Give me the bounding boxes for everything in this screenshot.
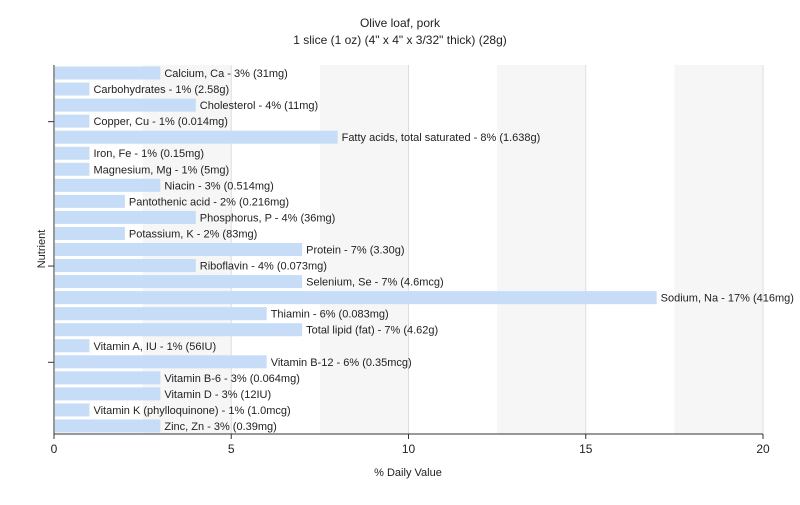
bar-data-label: Total lipid (fat) - 7% (4.62g) [306,325,438,337]
bar-data-label: Protein - 7% (3.30g) [306,245,404,257]
plot-band-shade [497,65,586,434]
bar [55,98,196,112]
bar-data-label: Phosphorus, P - 4% (36mg) [200,212,336,224]
bar-data-label: Niacin - 3% (0.514mg) [164,180,273,192]
chart-subtitle: 1 slice (1 oz) (4" x 4" x 3/32" thick) (… [293,33,507,47]
bar [55,66,161,80]
bar-data-label: Potassium, K - 2% (83mg) [129,228,257,240]
bar-data-label: Selenium, Se - 7% (4.6mcg) [306,277,444,289]
chart-container: Olive loaf, pork 1 slice (1 oz) (4" x 4"… [0,0,800,500]
bar-data-label: Pantothenic acid - 2% (0.216mg) [129,196,289,208]
bar [55,178,161,192]
bar [55,210,196,224]
bar-data-label: Vitamin B-6 - 3% (0.064mg) [164,373,300,385]
bar [55,291,657,305]
x-tick-label: 20 [756,442,770,456]
bar [55,226,125,240]
bar-data-label: Cholesterol - 4% (11mg) [200,100,318,112]
bar [55,259,196,273]
bar-data-label: Calcium, Ca - 3% (31mg) [164,68,287,80]
bar [55,403,90,417]
bar [55,355,267,369]
bar [55,339,90,353]
bar [55,194,125,208]
bar-data-label: Vitamin A, IU - 1% (56IU) [93,341,216,353]
bar [55,243,303,256]
bar [55,82,90,96]
chart-title: Olive loaf, pork [360,16,441,30]
x-axis-ticks: 0 5 10 15 20 [51,434,770,456]
x-tick-label: 0 [51,442,58,456]
bar-data-label: Vitamin B-12 - 6% (0.35mcg) [271,357,412,369]
bar [55,307,267,321]
bar-data-label: Carbohydrates - 1% (2.58g) [93,84,229,96]
bar [55,146,90,160]
bar-data-label: Magnesium, Mg - 1% (5mg) [93,164,229,176]
x-tick-label: 15 [579,442,593,456]
bar-data-label: Thiamin - 6% (0.083mg) [271,309,389,321]
bar-data-label: Vitamin D - 3% (12IU) [164,389,271,401]
x-tick-label: 10 [402,442,416,456]
bar-data-label: Copper, Cu - 1% (0.014mg) [93,116,228,128]
y-axis-label: Nutrient [36,230,48,269]
bar [55,323,303,337]
plot-band-shade [674,65,763,434]
bar-data-label: Vitamin K (phylloquinone) - 1% (1.0mcg) [93,405,290,417]
bar-data-label: Riboflavin - 4% (0.073mg) [200,261,327,273]
x-tick-label: 5 [228,442,235,456]
bar-data-label: Fatty acids, total saturated - 8% (1.638… [342,132,541,144]
bar [55,114,90,128]
bar [55,130,338,144]
bar [55,275,303,289]
bar [55,371,161,385]
bar [55,162,90,176]
x-axis-label: % Daily Value [374,467,442,479]
bar-data-label: Sodium, Na - 17% (416mg) [661,293,794,305]
bar-data-label: Iron, Fe - 1% (0.15mg) [93,148,204,160]
bar-chart: Olive loaf, pork 1 slice (1 oz) (4" x 4"… [36,16,794,479]
y-axis-ticks [48,121,54,363]
bar [55,387,161,401]
bar [55,419,161,433]
bar-data-label: Zinc, Zn - 3% (0.39mg) [164,421,276,433]
